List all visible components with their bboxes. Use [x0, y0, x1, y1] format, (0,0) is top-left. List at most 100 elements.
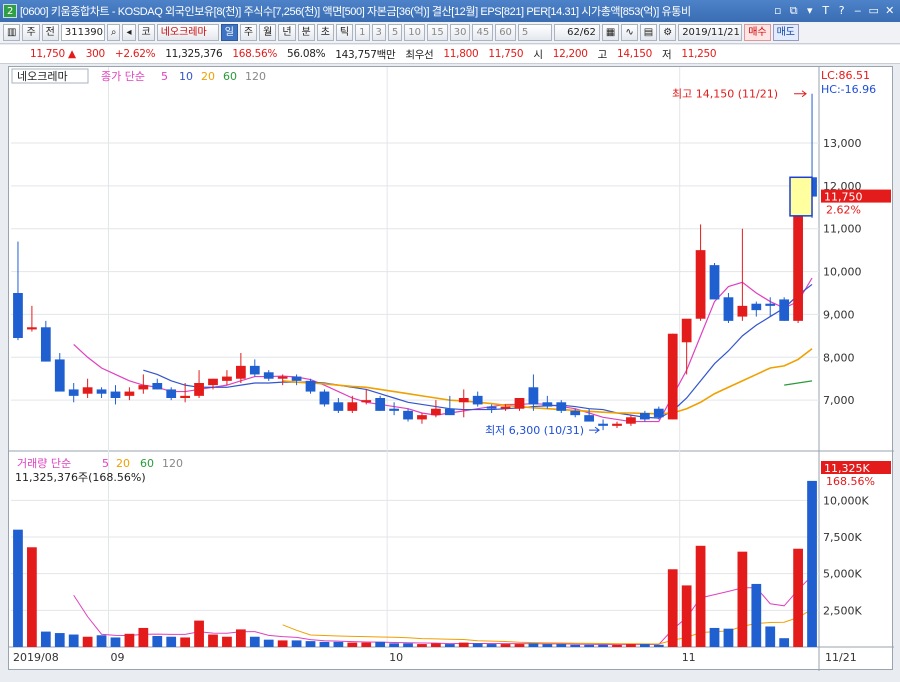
interval-select[interactable]: 5 — [517, 24, 552, 41]
period-year-tab[interactable]: 년 — [278, 24, 296, 41]
price-tick-label: 9,000 — [823, 308, 855, 321]
stock-name-field[interactable]: 네오크레마 — [156, 24, 219, 41]
volume-bar — [222, 636, 232, 647]
volume-bar — [110, 637, 121, 647]
grid-lines — [9, 67, 894, 671]
mode-select-2[interactable]: 전 — [41, 24, 59, 41]
price-change: 300 — [85, 48, 105, 60]
volume-value-label: 11,325,376주(168.56%) — [15, 471, 146, 484]
high-label: 고 — [597, 48, 608, 61]
period-week-tab[interactable]: 주 — [239, 24, 258, 41]
candle-body — [681, 318, 692, 343]
minute-10-button[interactable]: 10 — [404, 24, 425, 41]
ma120-legend: 120 — [245, 70, 266, 83]
candle-body — [124, 391, 135, 396]
volume-bar — [709, 627, 720, 647]
stock-code-input[interactable]: 311390 — [60, 24, 105, 41]
candlestick-chart[interactable]: 13,00012,00011,00010,0009,0008,0007,0001… — [9, 67, 894, 671]
volume-bar — [556, 644, 567, 647]
candle-body — [598, 423, 608, 426]
price-tick-label: 10,000 — [823, 266, 862, 279]
volume-bar — [263, 639, 274, 647]
period-day-tab[interactable]: 일 — [220, 24, 238, 41]
minimize-icon[interactable]: ‒ — [851, 4, 864, 18]
minute-45-button[interactable]: 45 — [472, 24, 494, 41]
minute-30-button[interactable]: 30 — [449, 24, 471, 41]
volume-bar — [626, 644, 636, 647]
volume-bar — [347, 642, 358, 647]
period-second-tab[interactable]: 초 — [316, 24, 334, 41]
help-icon[interactable]: ? — [835, 4, 848, 18]
candle-body — [249, 365, 260, 375]
volume-bar — [458, 642, 469, 647]
wave-icon[interactable]: ∿ — [621, 24, 638, 41]
dropdown-icon[interactable]: ▾ — [803, 4, 816, 18]
minute-5-button[interactable]: 5 — [387, 24, 403, 41]
candle-body — [570, 410, 581, 416]
volume-bar — [124, 633, 135, 647]
chart-panel[interactable]: 13,000 12,000 11,000 10,000 9,000 8,000 7,000 1… — [8, 66, 894, 671]
save-icon[interactable]: ▤ — [639, 24, 658, 41]
lc-label: LC:86.51 — [821, 69, 870, 82]
ma20-legend: 20 — [201, 70, 215, 83]
layout-icon[interactable]: ▥ — [3, 24, 21, 41]
current-price-tag-text: 11,750 — [824, 191, 863, 204]
vol-ma120-legend: 120 — [162, 457, 183, 470]
font-icon[interactable]: T — [819, 4, 832, 18]
x-tick-label: 2019/08 — [13, 651, 59, 664]
period-minute-tab[interactable]: 분 — [297, 24, 315, 41]
market-badge[interactable]: 코 — [137, 24, 155, 41]
candle-body — [375, 398, 386, 411]
candle-body — [458, 398, 469, 403]
volume-bar — [375, 641, 386, 647]
volume-bar — [96, 635, 107, 647]
candle-body — [723, 297, 734, 321]
candle-body — [208, 378, 218, 386]
volume-bar — [542, 644, 553, 647]
volume-bar — [208, 634, 218, 647]
candle-body — [514, 398, 525, 409]
gear-icon[interactable]: ⚙ — [659, 24, 677, 41]
candle-body — [737, 305, 748, 317]
x-tick-label: 11/21 — [825, 651, 857, 664]
volume-bar — [807, 480, 817, 647]
price-tick-label: 13,000 — [823, 137, 862, 150]
minute-1-button[interactable]: 1 — [355, 24, 370, 41]
candle-body — [528, 387, 539, 405]
candle-body — [13, 293, 23, 338]
volume-bar — [319, 641, 330, 647]
period-tick-tab[interactable]: 틱 — [335, 24, 354, 41]
volume-bar — [291, 640, 302, 647]
candle-body — [431, 408, 441, 416]
maximize-icon[interactable]: ▭ — [867, 4, 880, 18]
minute-60-button[interactable]: 60 — [495, 24, 516, 41]
candle-body — [584, 415, 595, 422]
close-icon[interactable]: ✕ — [883, 4, 896, 18]
candles — [13, 93, 817, 431]
speaker-icon[interactable]: ◂ — [122, 24, 136, 41]
buy-button[interactable]: 매수 — [744, 24, 771, 41]
volume-legend-label: 거래량 단순 — [17, 457, 71, 470]
stock-name-label: 네오크레마 — [17, 70, 68, 83]
minute-15-button[interactable]: 15 — [426, 24, 448, 41]
candle-body — [194, 383, 204, 396]
candle-body — [444, 408, 455, 416]
count-field[interactable]: 62/62 — [553, 24, 600, 41]
volume-bar — [361, 642, 372, 647]
volume-tick-label: 7,500K — [823, 531, 862, 544]
candle-body — [403, 410, 413, 420]
volume-bar — [82, 636, 93, 647]
restore-icon[interactable]: ⧉ — [787, 4, 800, 18]
period-month-tab[interactable]: 월 — [259, 24, 277, 41]
link-icon[interactable]: ▫ — [771, 4, 784, 18]
candle-body — [612, 423, 622, 426]
chart-labels: 13,00012,00011,00010,0009,0008,0007,0001… — [11, 68, 891, 664]
minute-3-button[interactable]: 3 — [371, 24, 386, 41]
search-icon[interactable]: ⌕ — [106, 24, 121, 41]
candle-body — [751, 303, 762, 311]
tools-icon[interactable]: ▦ — [601, 24, 620, 41]
date-field[interactable]: 2019/11/21 — [678, 24, 743, 41]
sell-button[interactable]: 매도 — [772, 24, 799, 41]
volume-pct-label: 168.56% — [826, 475, 875, 488]
mode-select-1[interactable]: 주 — [22, 24, 40, 41]
